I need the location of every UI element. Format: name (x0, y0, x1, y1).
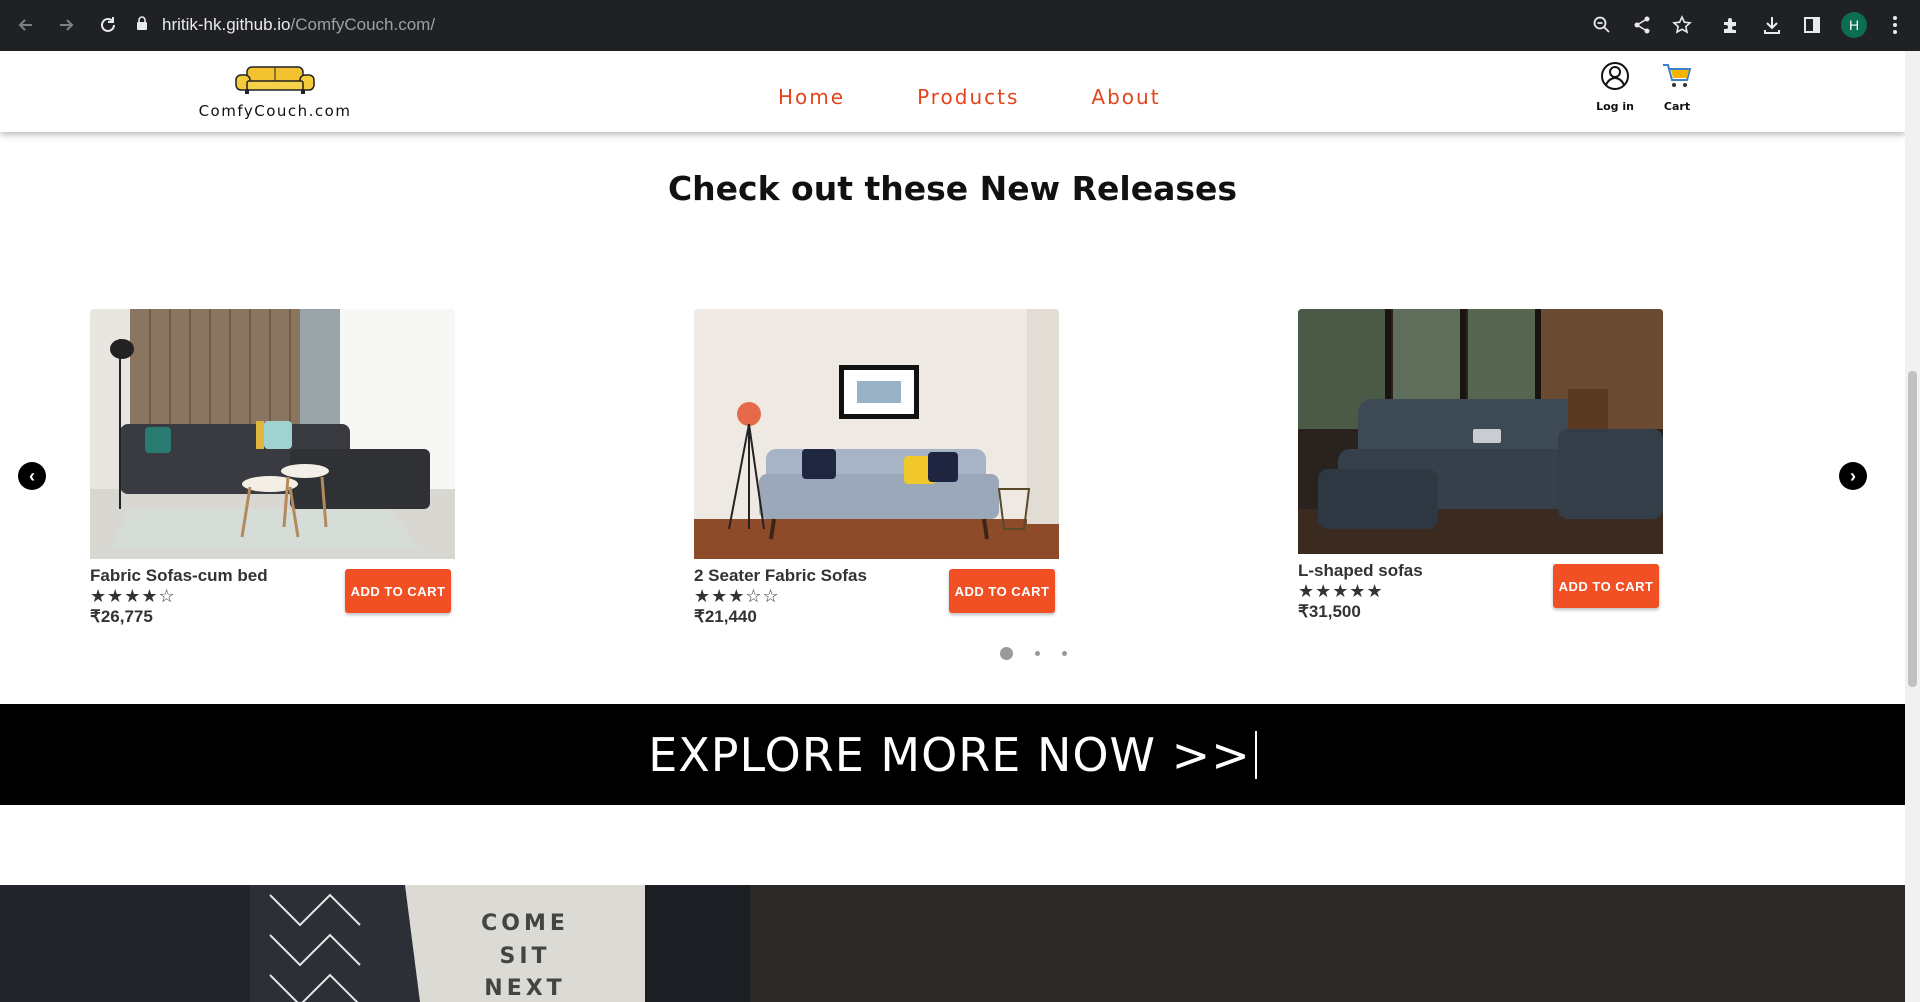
carousel-dot[interactable] (1035, 651, 1040, 656)
login-button[interactable]: Log in (1585, 61, 1645, 113)
explore-more-banner[interactable]: EXPLORE MORE NOW >> (0, 704, 1905, 805)
pillow-photo: COME SIT NEXT (0, 885, 750, 1002)
add-to-cart-button[interactable]: ADD TO CART (1553, 564, 1659, 608)
nav-about[interactable]: About (1091, 85, 1160, 109)
carousel-dot[interactable] (1062, 651, 1067, 656)
lock-icon (136, 15, 148, 35)
share-icon[interactable] (1628, 11, 1656, 39)
typing-cursor (1254, 730, 1257, 779)
add-to-cart-button[interactable]: ADD TO CART (949, 569, 1055, 613)
back-icon[interactable] (12, 11, 40, 39)
chevron-right-icon: › (1850, 465, 1856, 486)
forward-icon[interactable] (52, 11, 80, 39)
chevron-left-icon: ‹ (29, 465, 35, 486)
svg-text:COME: COME (481, 911, 569, 936)
carousel-indicators (1000, 647, 1067, 660)
main-nav: Home Products About (778, 85, 1161, 109)
side-panel-icon[interactable] (1798, 11, 1826, 39)
carousel-dot-active[interactable] (1000, 647, 1013, 660)
user-icon (1601, 62, 1629, 90)
product-image[interactable] (90, 309, 455, 564)
page-viewport: ComfyCouch.com Home Products About Log i… (0, 51, 1905, 1002)
site-header: ComfyCouch.com Home Products About Log i… (0, 51, 1905, 132)
sofa-bed-photo (90, 309, 455, 559)
logo-text: ComfyCouch.com (198, 102, 352, 120)
dark-panel (750, 885, 1905, 1002)
product-card: L-shaped sofas ★★★★★ ₹31,500 ADD TO CART (1298, 309, 1663, 623)
l-shaped-sofa-photo (1298, 309, 1663, 554)
kebab-menu-icon[interactable] (1893, 15, 1897, 35)
carousel-prev-button[interactable]: ‹ (18, 462, 46, 490)
download-icon[interactable] (1758, 11, 1786, 39)
zoom-icon[interactable] (1588, 11, 1616, 39)
product-image[interactable] (694, 309, 1059, 564)
sofa-logo-icon (235, 66, 315, 94)
two-seater-sofa-photo (694, 309, 1059, 559)
add-to-cart-button[interactable]: ADD TO CART (345, 569, 451, 613)
cart-label: Cart (1663, 100, 1691, 113)
reload-icon[interactable] (94, 11, 122, 39)
product-image[interactable] (1298, 309, 1663, 559)
product-card: Fabric Sofas-cum bed ★★★★☆ ₹26,775 ADD T… (90, 309, 455, 628)
product-card: 2 Seater Fabric Sofas ★★★☆☆ ₹21,440 ADD … (694, 309, 1059, 628)
cart-button[interactable]: Cart (1647, 61, 1707, 113)
profile-avatar[interactable]: H (1841, 12, 1867, 38)
explore-more-text: EXPLORE MORE NOW >> (648, 727, 1251, 782)
section-title: Check out these New Releases (667, 169, 1238, 208)
bookmark-star-icon[interactable] (1668, 11, 1696, 39)
browser-toolbar: hritik-hk.github.io/ComfyCouch.com/ H (0, 0, 1920, 51)
nav-home[interactable]: Home (778, 85, 845, 109)
page-scrollbar[interactable] (1905, 51, 1920, 1002)
svg-text:NEXT: NEXT (484, 976, 565, 1001)
svg-text:SIT: SIT (499, 944, 550, 969)
extensions-icon[interactable] (1717, 11, 1745, 39)
scrollbar-thumb[interactable] (1908, 371, 1917, 687)
nav-products[interactable]: Products (917, 85, 1019, 109)
address-bar[interactable]: hritik-hk.github.io/ComfyCouch.com/ (136, 8, 1806, 42)
cart-icon (1663, 64, 1692, 87)
url-host: hritik-hk.github.io (162, 15, 291, 34)
url-path: /ComfyCouch.com/ (290, 15, 436, 34)
login-label: Log in (1596, 100, 1634, 113)
site-logo[interactable]: ComfyCouch.com (193, 65, 357, 120)
carousel-next-button[interactable]: › (1839, 462, 1867, 490)
